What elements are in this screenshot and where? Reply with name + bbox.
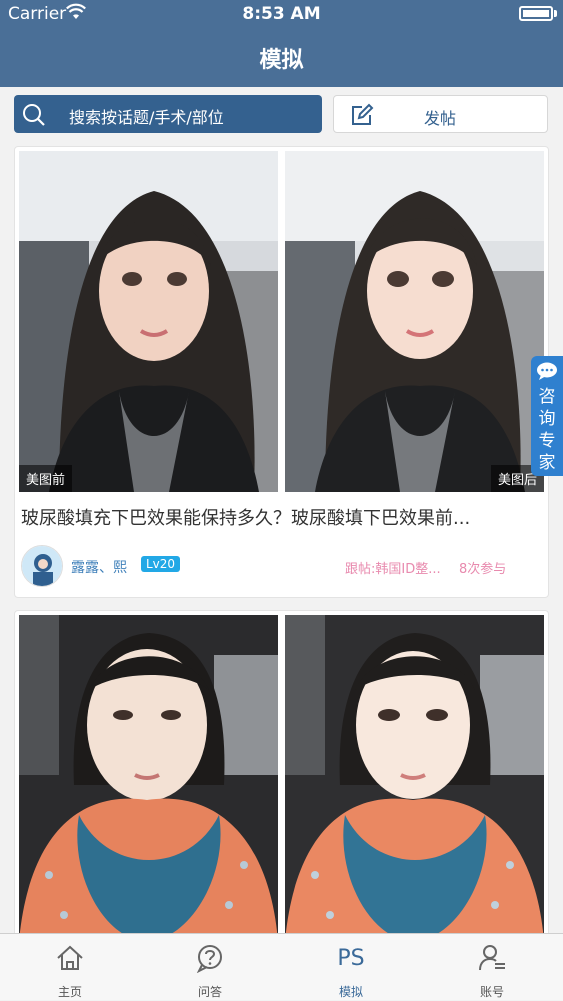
consult-label: 咨询专家 <box>538 387 556 473</box>
after-photo[interactable]: 美图后 <box>285 151 544 492</box>
post-button[interactable]: 发帖 <box>333 95 548 133</box>
tab-simulate-label: 模拟 <box>338 985 363 999</box>
username[interactable]: 露露、熙 <box>71 557 127 577</box>
tab-account-label: 账号 <box>479 985 504 999</box>
chat-bubble-icon <box>536 362 558 380</box>
account-icon <box>477 943 507 973</box>
followup-link[interactable]: 跟帖:韩国ID整... <box>345 558 441 577</box>
post-title[interactable]: 玻尿酸填充下巴效果能保持多久？玻尿酸填下巴效果前... <box>21 504 541 530</box>
tab-home-label: 主页 <box>57 985 82 999</box>
edit-icon <box>350 103 374 127</box>
before-tag: 美图前 <box>19 465 73 492</box>
tab-account[interactable]: 账号 <box>422 934 562 1001</box>
avatar[interactable] <box>21 545 63 587</box>
search-input[interactable]: 搜索按话题/手术/部位 <box>14 95 322 133</box>
consult-expert-button[interactable]: 咨询专家 <box>531 356 563 476</box>
battery-tip <box>554 10 557 17</box>
status-bar: Carrier 8:53 AM <box>0 0 563 28</box>
qa-icon <box>195 943 225 974</box>
home-icon <box>55 943 85 973</box>
battery-icon <box>519 6 553 21</box>
ps-icon: PS <box>337 946 365 971</box>
clock: 8:53 AM <box>242 4 321 24</box>
post-card[interactable]: 美图前 美图后 玻尿酸填充下巴效果能保持多久？玻尿酸填下巴效果前... 露露、熙… <box>14 146 549 598</box>
search-placeholder: 搜索按话题/手术/部位 <box>69 108 224 127</box>
after-photo[interactable] <box>285 615 544 939</box>
tab-qa[interactable]: 问答 <box>140 934 280 1001</box>
post-button-label: 发帖 <box>424 109 457 128</box>
tab-qa-label: 问答 <box>197 985 222 999</box>
app-header: Carrier 8:53 AM 模拟 <box>0 0 563 87</box>
search-icon <box>22 103 45 126</box>
tab-home[interactable]: 主页 <box>0 934 140 1001</box>
tab-simulate[interactable]: PS 模拟 <box>281 934 421 1001</box>
page-title: 模拟 <box>259 48 304 73</box>
post-meta: 露露、熙 Lv20 跟帖:韩国ID整... 8次参与 <box>21 545 544 589</box>
post-card[interactable] <box>14 610 549 940</box>
before-photo[interactable]: 美图前 <box>19 151 278 492</box>
level-badge: Lv20 <box>141 556 181 572</box>
participation-count: 8次参与 <box>459 562 507 577</box>
tab-bar: 主页 问答 PS 模拟 账号 <box>0 933 563 1000</box>
before-photo[interactable] <box>19 615 278 939</box>
